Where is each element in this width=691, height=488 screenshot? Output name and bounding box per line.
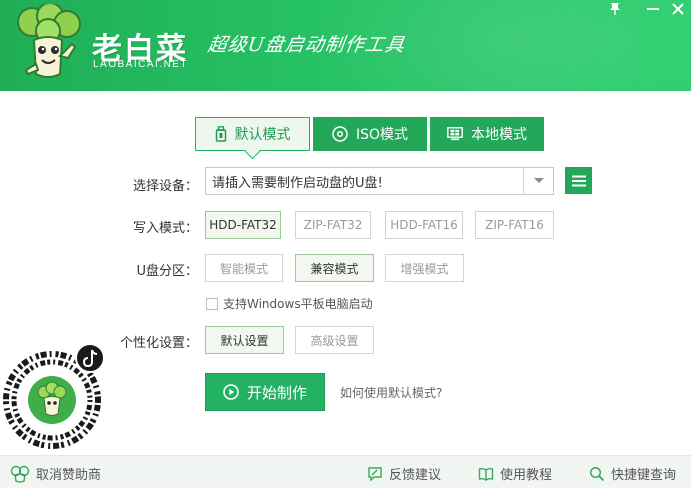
tab-iso-mode[interactable]: ISO模式: [313, 117, 427, 151]
personalize-option[interactable]: 高级设置: [295, 326, 374, 354]
cancel-sponsor-link[interactable]: 取消赞助商: [10, 464, 101, 483]
douyin-qr-code[interactable]: [0, 340, 108, 452]
partition-option[interactable]: 增强模式: [385, 254, 464, 282]
partition-option[interactable]: 兼容模式: [295, 254, 374, 282]
windows-icon: [447, 127, 463, 141]
write-mode-label: 写入模式：: [132, 221, 198, 236]
cabbage-mascot-logo: [17, 4, 81, 78]
windows-tablet-label: 支持Windows平板电脑启动: [223, 297, 373, 311]
tutorial-label: 使用教程: [500, 468, 553, 483]
dropdown-arrow[interactable]: [523, 168, 553, 194]
search-icon: [589, 466, 605, 482]
tab-local-mode-label: 本地模式: [471, 127, 527, 143]
shortcut-query-link[interactable]: 快捷键查询: [589, 464, 676, 483]
partition-label: U盘分区：: [136, 264, 198, 279]
write-mode-option[interactable]: HDD-FAT16: [385, 211, 463, 239]
pin-button[interactable]: [600, 0, 630, 18]
book-icon: [478, 466, 494, 482]
brand-slogan: 超级U盘启动制作工具: [206, 34, 407, 56]
partition-option[interactable]: 智能模式: [205, 254, 283, 282]
feedback-label: 反馈建议: [389, 468, 442, 483]
play-icon: [223, 384, 239, 400]
personalize-label: 个性化设置：: [119, 336, 198, 351]
write-mode-option[interactable]: ZIP-FAT32: [295, 211, 371, 239]
footer-bar: 取消赞助商 反馈建议 使用教程 快捷键查询: [0, 455, 691, 488]
start-button-label: 开始制作: [246, 383, 307, 402]
usb-drive-icon: [215, 126, 227, 142]
list-menu-icon: [571, 175, 586, 186]
default-mode-help-link[interactable]: 如何使用默认模式?: [340, 384, 442, 401]
tab-default-mode[interactable]: 默认模式: [195, 117, 310, 151]
write-mode-option[interactable]: ZIP-FAT16: [475, 211, 554, 239]
chevron-down-icon: [533, 178, 544, 183]
close-icon: [672, 3, 684, 15]
feedback-link[interactable]: 反馈建议: [367, 464, 441, 483]
personalize-option[interactable]: 默认设置: [205, 326, 284, 354]
device-select-value: 请插入需要制作启动盘的U盘!: [212, 175, 383, 191]
brand-domain: LAOBAICAI.NET: [93, 59, 189, 70]
device-menu-button[interactable]: [565, 167, 592, 194]
cancel-sponsor-label: 取消赞助商: [36, 468, 102, 483]
windows-tablet-checkbox[interactable]: [206, 297, 218, 310]
shortcut-query-label: 快捷键查询: [611, 468, 677, 483]
tutorial-link[interactable]: 使用教程: [478, 464, 552, 483]
pin-icon: [610, 3, 620, 15]
disc-icon: [332, 126, 348, 142]
cabbage-icon: [10, 465, 30, 483]
write-mode-option[interactable]: HDD-FAT32: [205, 211, 281, 239]
tab-local-mode[interactable]: 本地模式: [430, 117, 544, 151]
windows-tablet-option[interactable]: 支持Windows平板电脑启动: [206, 295, 373, 312]
device-label: 选择设备：: [132, 179, 198, 194]
feedback-icon: [367, 466, 383, 482]
tab-default-mode-label: 默认模式: [234, 127, 291, 143]
start-button[interactable]: 开始制作: [205, 373, 325, 411]
minimize-icon: [647, 8, 659, 10]
close-button[interactable]: [663, 0, 691, 18]
mode-tabs: 默认模式 ISO模式 本地模式: [195, 117, 544, 153]
app-header: 老白菜 LAOBAICAI.NET 超级U盘启动制作工具: [0, 0, 691, 91]
device-select[interactable]: 请插入需要制作启动盘的U盘!: [205, 167, 554, 195]
tab-iso-mode-label: ISO模式: [355, 127, 409, 143]
